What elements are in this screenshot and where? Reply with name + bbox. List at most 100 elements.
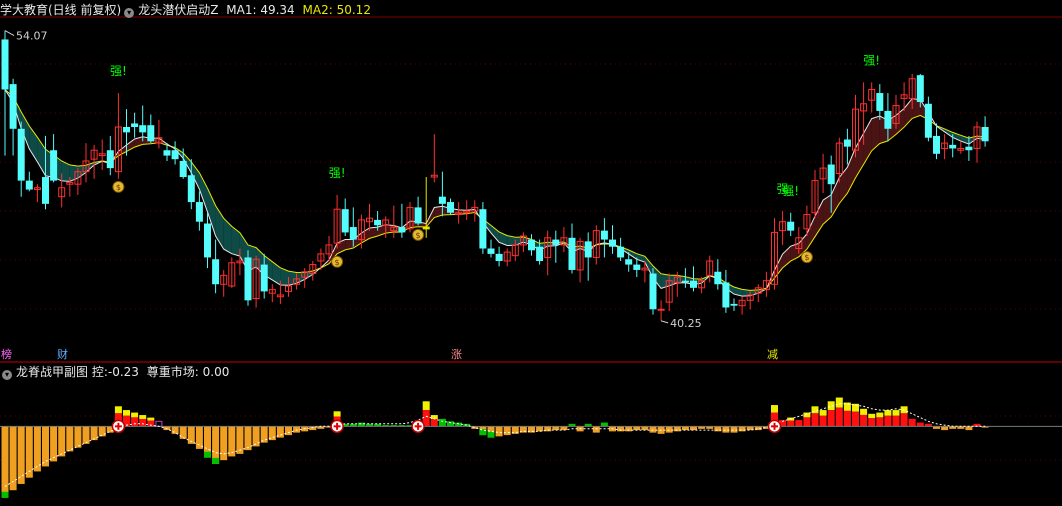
sub-bar: [868, 418, 876, 427]
sub-bar: [357, 422, 365, 427]
candle-body: [374, 219, 382, 226]
candle-body: [690, 280, 697, 288]
candle-body: [487, 248, 495, 254]
ma2-value: 50.12: [336, 3, 371, 17]
sub-bar: [916, 422, 924, 427]
sub-bar: [220, 426, 228, 461]
candle-body: [244, 257, 252, 301]
sub-bar-top: [139, 415, 147, 420]
badge-zhang[interactable]: 涨: [450, 349, 463, 361]
candle-body: [422, 226, 430, 230]
sub-bar: [90, 426, 98, 441]
sub-bar: [25, 426, 33, 478]
sub-bar: [665, 426, 673, 433]
candle-body: [722, 282, 730, 308]
sub-bar: [438, 418, 446, 427]
candle-body: [536, 246, 544, 262]
stock-title: 学大教育(日线 前复权): [0, 3, 122, 17]
badge-cai[interactable]: 财: [56, 349, 69, 361]
sub-bar: [244, 426, 252, 451]
badge-bang[interactable]: 榜: [0, 349, 13, 361]
sub-bar-top: [868, 413, 876, 419]
sub-indicator-dropdown-icon[interactable]: ▾: [2, 370, 12, 380]
sub-bar: [50, 426, 58, 462]
sub-bar: [941, 426, 949, 431]
candle-body: [349, 227, 357, 240]
sub-bar: [179, 426, 187, 439]
candle-body: [479, 209, 487, 249]
candle-body: [42, 177, 49, 204]
sub-bar: [641, 426, 649, 431]
sub-bar: [827, 410, 835, 427]
ribbon-segment: [774, 253, 783, 279]
sub-bar: [228, 426, 236, 457]
candle-body: [600, 230, 608, 240]
low-price-label: 40.25: [670, 317, 702, 330]
respect-market-label: 尊重市场:: [146, 365, 199, 379]
sub-bar: [617, 426, 625, 432]
high-price-label: 54.07: [16, 30, 48, 43]
sub-bar: [155, 420, 163, 427]
sub-chart-bars: [1, 397, 989, 498]
indicator-name[interactable]: 龙头潜伏启动Z: [138, 3, 218, 17]
sub-bar: [131, 417, 139, 427]
candle-body: [131, 123, 139, 127]
badge-jian[interactable]: 减: [766, 349, 779, 361]
sub-bar: [58, 426, 66, 457]
sub-bar: [835, 407, 843, 427]
sub-bar-tip: [487, 431, 495, 438]
sub-bar: [98, 426, 106, 437]
ma-ribbon: [5, 89, 986, 297]
candle-body: [843, 139, 851, 147]
candle-body: [179, 160, 187, 178]
money-bag-glyph: $: [416, 231, 421, 240]
sub-bar: [195, 426, 203, 449]
candle-body: [827, 164, 835, 185]
sub-bar-top: [123, 410, 130, 416]
candle-body: [50, 150, 58, 181]
candle-body: [414, 207, 422, 224]
candle-body: [876, 93, 884, 111]
sub-bar: [633, 426, 641, 431]
candle-body: [9, 84, 17, 129]
sub-bar-top: [422, 401, 430, 411]
money-bag-glyph: $: [804, 253, 809, 262]
low-pointer: [660, 320, 669, 324]
sub-bar: [803, 417, 811, 427]
candle-body: [212, 259, 220, 285]
sub-bar: [900, 413, 908, 427]
sub-bar: [1, 426, 9, 498]
sub-bar: [738, 426, 746, 432]
sub-indicator-name[interactable]: 龙脊战甲副图: [16, 365, 88, 379]
candle-body: [714, 271, 722, 285]
sub-bar: [66, 426, 74, 452]
ctrl-label: 控:: [91, 365, 108, 379]
sub-bar-top: [811, 406, 819, 414]
strong-signal-label: 强!: [110, 64, 127, 78]
sub-bar: [82, 426, 90, 444]
indicator-dropdown-icon[interactable]: ▾: [124, 8, 135, 18]
candle-body: [552, 239, 560, 245]
candle-body: [187, 175, 195, 203]
sub-bar-top: [860, 408, 868, 415]
sub-bar: [681, 426, 689, 431]
ribbon-segment: [806, 216, 815, 250]
candle-body: [260, 264, 268, 292]
sub-bar-tip: [1, 491, 9, 498]
sub-bar: [819, 415, 827, 427]
sub-bar-top: [884, 410, 892, 416]
sub-bar: [552, 426, 560, 431]
strong-signal-label: 强!: [329, 166, 346, 180]
respect-market-value: 0.00: [202, 365, 230, 379]
sub-chart-header: ▾ 龙脊战甲副图 控:-0.23 尊重市场: 0.00: [2, 364, 229, 380]
sub-bar-top: [131, 412, 139, 418]
sub-bar: [74, 426, 82, 448]
candle-body: [633, 264, 641, 270]
candle-body: [649, 273, 657, 310]
ma1-label: MA1:: [226, 3, 257, 17]
stock-chart: $$$$强!强!强!强!强54.0740.25: [0, 16, 1062, 498]
candle-body: [495, 253, 503, 262]
candle-body: [25, 180, 33, 190]
candle-body: [609, 239, 616, 247]
sub-bar: [260, 426, 268, 443]
